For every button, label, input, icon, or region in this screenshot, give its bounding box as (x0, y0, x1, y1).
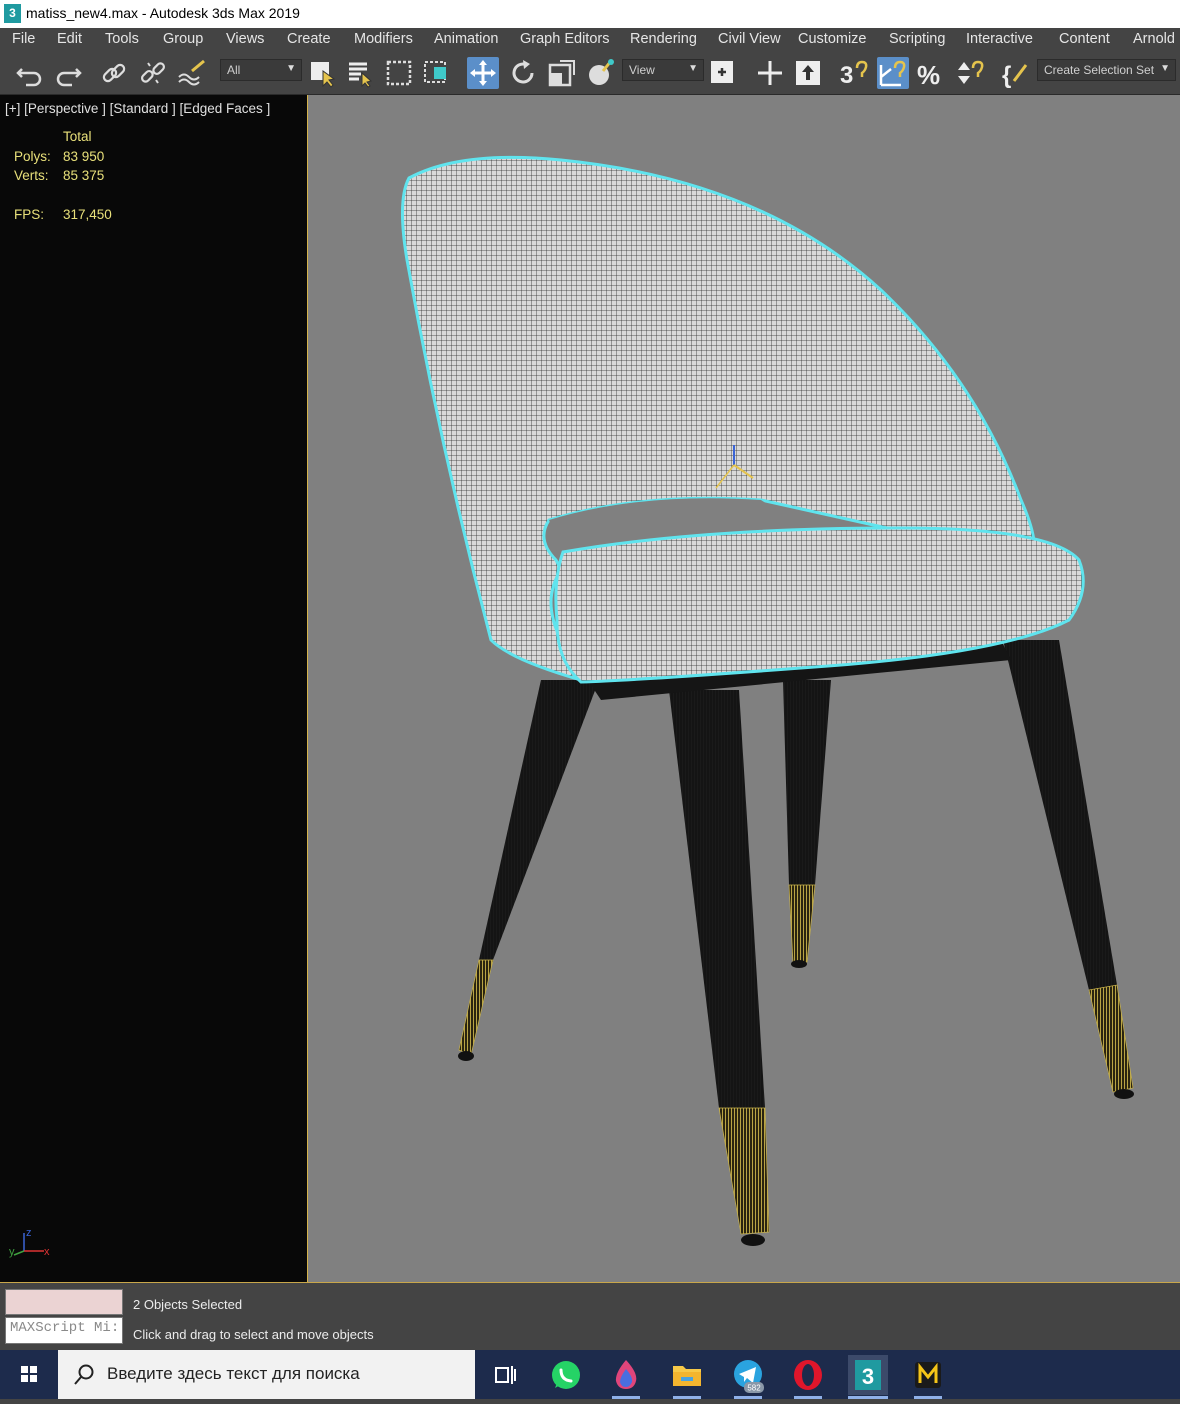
select-and-scale-icon[interactable] (546, 57, 578, 89)
miro-icon[interactable] (908, 1355, 948, 1395)
verts-value: 85 375 (63, 168, 105, 183)
file-explorer-icon[interactable] (667, 1355, 707, 1395)
whatsapp-icon[interactable] (546, 1355, 586, 1395)
menu-graph-editors[interactable]: Graph Editors (520, 31, 609, 47)
fps-value: 317,450 (63, 207, 112, 222)
axis-z-label: z (26, 1227, 32, 1239)
svg-text:{: { (1002, 62, 1011, 89)
chevron-down-icon: ▼ (1160, 63, 1170, 74)
spinner-snap-icon[interactable] (955, 57, 987, 89)
reference-coordinate-dropdown[interactable]: View ▼ (622, 59, 704, 81)
viewport-label-menu[interactable]: [+] [Perspective ] [Standard ] [Edged Fa… (5, 101, 270, 116)
verts-label: Verts: (14, 168, 49, 183)
polys-value: 83 950 (63, 149, 105, 164)
perspective-viewport[interactable] (307, 95, 1180, 1282)
menu-interactive[interactable]: Interactive (966, 31, 1033, 47)
bind-to-space-warp-icon[interactable] (176, 57, 208, 89)
chevron-down-icon: ▼ (286, 63, 296, 74)
telegram-badge: 582 (747, 1384, 761, 1393)
start-button[interactable] (0, 1350, 58, 1399)
menu-scripting[interactable]: Scripting (889, 31, 945, 47)
undo-icon[interactable] (14, 57, 46, 89)
title-bar: 3 matiss_new4.max - Autodesk 3ds Max 201… (0, 0, 1180, 28)
app-icon: 3 (4, 4, 21, 23)
selection-set-placeholder: Create Selection Set (1044, 63, 1155, 77)
select-and-move-icon[interactable] (467, 57, 499, 89)
axis-gizmo-icon: z x y (9, 1227, 50, 1258)
chair-model-wireframe[interactable] (308, 95, 1180, 1282)
select-manipulate-icon[interactable] (754, 57, 786, 89)
use-pivot-point-icon[interactable] (708, 57, 740, 89)
redo-icon[interactable] (52, 57, 84, 89)
menu-customize[interactable]: Customize (798, 31, 867, 47)
3ds-max-icon[interactable]: 3 (848, 1355, 888, 1395)
window-title: matiss_new4.max - Autodesk 3ds Max 2019 (26, 5, 300, 21)
select-and-link-icon[interactable] (98, 57, 130, 89)
window-crossing-icon[interactable] (422, 57, 454, 89)
maxscript-mini-listener-output[interactable] (5, 1289, 123, 1315)
select-and-place-icon[interactable] (585, 57, 617, 89)
polys-label: Polys: (14, 149, 51, 164)
axis-y-label: y (9, 1246, 15, 1258)
menu-group[interactable]: Group (163, 31, 203, 47)
telegram-icon[interactable]: 582 (728, 1355, 768, 1395)
selection-filter-value: All (227, 63, 241, 77)
svg-text:3: 3 (840, 62, 853, 89)
select-by-name-icon[interactable] (345, 57, 377, 89)
rectangular-selection-icon[interactable] (384, 57, 416, 89)
create-selection-set-dropdown[interactable]: Create Selection Set ▼ (1037, 59, 1176, 81)
taskbar-search-box[interactable]: Введите здесь текст для поиска (58, 1350, 475, 1399)
windows-logo-icon (21, 1366, 37, 1382)
menu-animation[interactable]: Animation (434, 31, 498, 47)
chevron-down-icon: ▼ (688, 63, 698, 74)
svg-text:%: % (917, 60, 940, 89)
search-icon (74, 1364, 94, 1385)
select-and-rotate-icon[interactable] (507, 57, 539, 89)
menu-civil-view[interactable]: Civil View (718, 31, 781, 47)
maxscript-mini-listener-input[interactable]: MAXScript Mi: (5, 1317, 123, 1344)
menu-bar: File Edit Tools Group Views Create Modif… (0, 28, 1180, 52)
keyboard-shortcut-override-icon[interactable] (793, 57, 825, 89)
menu-content[interactable]: Content (1059, 31, 1110, 47)
menu-arnold[interactable]: Arnold (1133, 31, 1175, 47)
select-object-icon[interactable] (307, 57, 339, 89)
search-placeholder: Введите здесь текст для поиска (107, 1364, 360, 1383)
svg-text:3: 3 (862, 1364, 874, 1389)
menu-modifiers[interactable]: Modifiers (354, 31, 413, 47)
axis-x-label: x (44, 1246, 50, 1258)
task-view-icon[interactable] (485, 1355, 525, 1395)
opera-icon[interactable] (788, 1355, 828, 1395)
prompt-line-text: Click and drag to select and move object… (133, 1327, 374, 1342)
menu-rendering[interactable]: Rendering (630, 31, 697, 47)
unlink-icon[interactable] (137, 57, 169, 89)
angle-snap-icon[interactable] (877, 57, 909, 89)
selection-info-text: 2 Objects Selected (133, 1297, 243, 1312)
percent-snap-icon[interactable]: % (916, 57, 948, 90)
stats-header: Total (63, 129, 92, 144)
reference-coordinate-value: View (629, 63, 655, 77)
viewport-stats-panel (0, 95, 307, 1282)
flame-app-icon[interactable] (606, 1355, 646, 1395)
menu-create[interactable]: Create (287, 31, 331, 47)
edit-named-selection-icon[interactable]: { (1000, 57, 1032, 89)
snaps-toggle-icon[interactable]: 3 (838, 57, 870, 89)
menu-views[interactable]: Views (226, 31, 264, 47)
menu-tools[interactable]: Tools (105, 31, 139, 47)
selection-filter-dropdown[interactable]: All ▼ (220, 59, 302, 81)
fps-label: FPS: (14, 207, 45, 222)
chair-legs (458, 640, 1134, 1246)
menu-file[interactable]: File (12, 31, 35, 47)
main-toolbar: All ▼ View ▼ 3 % {Create Selection Set … (0, 52, 1180, 95)
menu-edit[interactable]: Edit (57, 31, 82, 47)
